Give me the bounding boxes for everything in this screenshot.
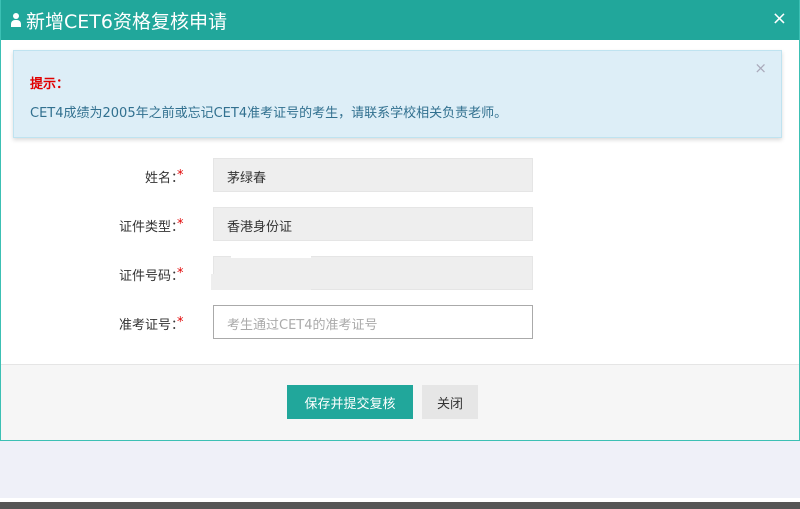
dialog: 新增CET6资格复核申请 × 提示： CET4成绩为2005年之前或忘记CET4… — [0, 0, 800, 441]
form-row-id-type: 证件类型： * 香港身份证 — [1, 207, 800, 241]
id-type-label: 证件类型： — [118, 220, 184, 235]
user-icon — [10, 13, 22, 27]
exam-number-label: 准考证号： — [118, 318, 184, 333]
redaction — [231, 248, 311, 258]
alert-close-icon[interactable]: × — [754, 59, 767, 77]
form-row-name: 姓名： * 茅绿春 — [1, 158, 800, 192]
form-row-id-number: 证件号码： * — [1, 248, 800, 290]
save-submit-button[interactable]: 保存并提交复核 — [287, 385, 413, 419]
dialog-header: 新增CET6资格复核申请 × — [1, 0, 799, 40]
redaction — [211, 274, 311, 290]
close-icon[interactable]: × — [772, 8, 787, 29]
name-field: 茅绿春 — [213, 158, 533, 192]
required-mark: * — [177, 168, 184, 183]
alert-message: CET4成绩为2005年之前或忘记CET4准考证号的考生，请联系学校相关负责老师… — [30, 106, 508, 121]
taskbar — [0, 502, 800, 509]
dialog-footer: 保存并提交复核 关闭 — [1, 364, 799, 440]
exam-number-input[interactable]: 考生通过CET4的准考证号 — [213, 305, 533, 339]
id-type-field: 香港身份证 — [213, 207, 533, 241]
required-mark: * — [177, 315, 184, 330]
id-number-label: 证件号码： — [118, 269, 184, 284]
info-alert: 提示： CET4成绩为2005年之前或忘记CET4准考证号的考生，请联系学校相关… — [13, 50, 782, 138]
dialog-title: 新增CET6资格复核申请 — [26, 10, 227, 33]
required-mark: * — [177, 217, 184, 232]
close-button[interactable]: 关闭 — [422, 385, 478, 419]
alert-title: 提示： — [30, 77, 70, 92]
required-mark: * — [177, 266, 184, 281]
form-row-exam-number: 准考证号： * 考生通过CET4的准考证号 — [1, 305, 800, 339]
